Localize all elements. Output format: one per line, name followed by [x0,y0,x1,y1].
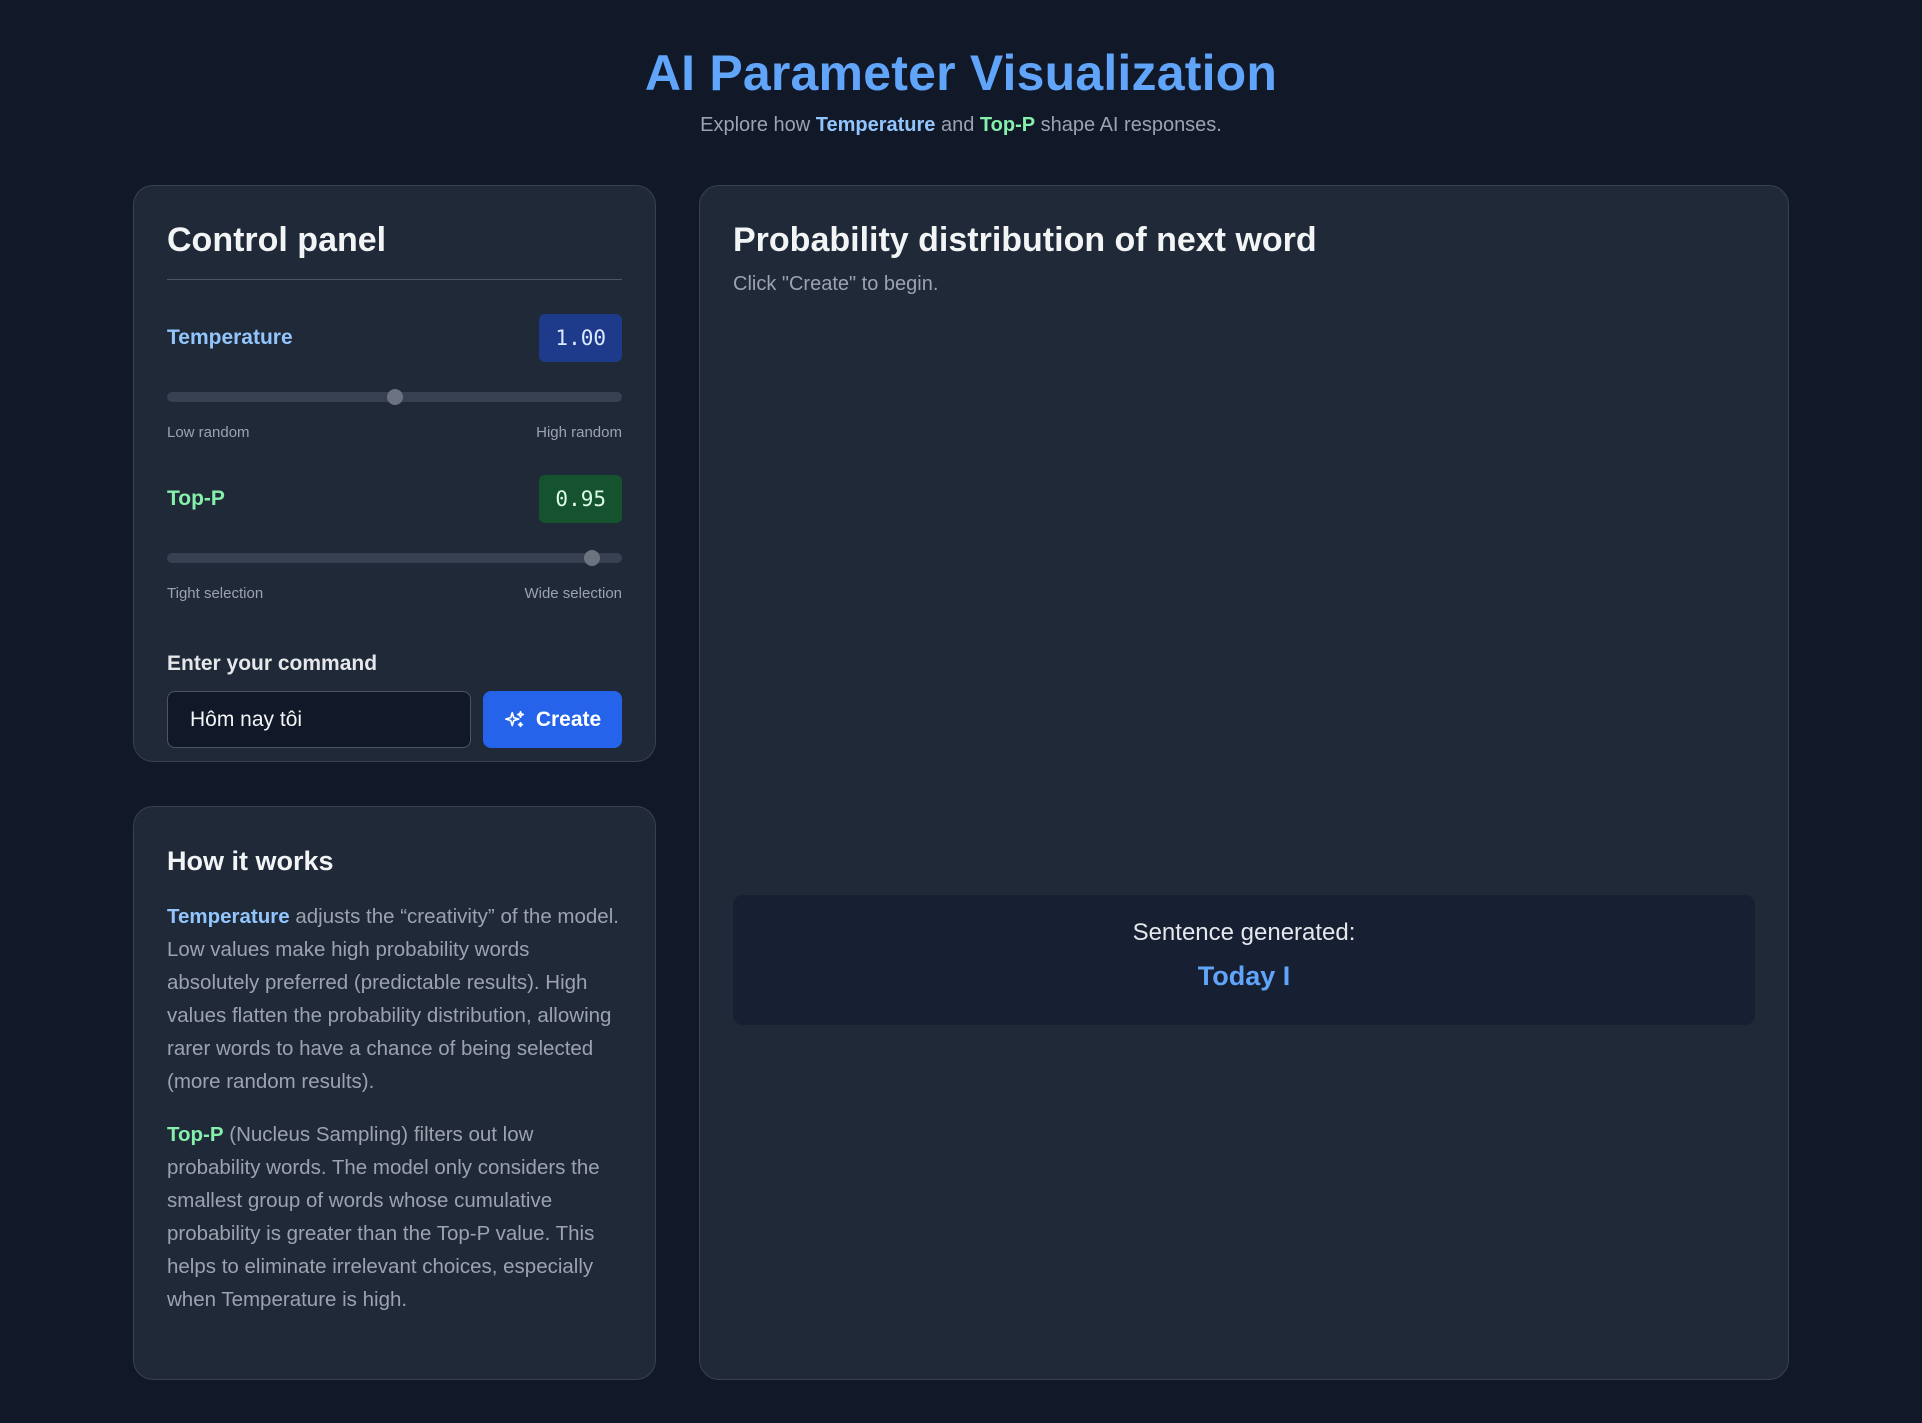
page-title: AI Parameter Visualization [644,45,1278,101]
temperature-row: Temperature 1.00 [167,314,622,362]
topp-explanation: Top-P (Nucleus Sampling) filters out low… [167,1118,622,1316]
temperature-min-label: Low random [167,424,250,441]
topp-max-label: Wide selection [524,585,622,602]
control-panel-title: Control panel [167,219,622,280]
temperature-slider-thumb[interactable] [386,389,403,405]
command-input[interactable] [167,691,471,748]
topp-min-label: Tight selection [167,585,264,602]
control-panel: Control panel Temperature 1.00 Low rando… [133,185,656,762]
topp-explanation-text: (Nucleus Sampling) filters out low proba… [167,1123,600,1311]
how-it-works-title: How it works [167,846,334,876]
topp-slider[interactable] [167,550,622,566]
topp-row: Top-P 0.95 [167,475,622,523]
distribution-panel: Probability distribution of next word Cl… [699,185,1789,1380]
temperature-explanation-text: adjusts the “creativity” of the model. L… [167,905,619,1093]
subtitle-and: and [935,114,980,136]
topp-label: Top-P [167,487,225,510]
subtitle-suffix: shape AI responses. [1035,114,1222,136]
how-it-works-panel: How it works Temperature adjusts the “cr… [133,806,656,1380]
distribution-hint: Click "Create" to begin. [733,273,939,295]
create-button[interactable]: Create [483,691,622,748]
sentence-label: Sentence generated: [1132,919,1356,946]
sentence-text: Today I [1197,961,1291,991]
command-row: Create [167,691,622,748]
subtitle-prefix: Explore how [700,114,816,136]
subtitle-topp-keyword: Top-P [979,114,1036,136]
page: AI Parameter Visualization Explore how T… [0,0,1922,1423]
page-subtitle: Explore how Temperature and Top-P shape … [0,114,1922,137]
subtitle-temperature-keyword: Temperature [815,114,936,136]
temperature-explanation: Temperature adjusts the “creativity” of … [167,900,622,1098]
command-label: Enter your command [167,652,378,675]
temperature-value: 1.00 [539,314,622,362]
sentence-box: Sentence generated: Today I [733,895,1755,1025]
page-header: AI Parameter Visualization Explore how T… [0,40,1922,137]
topp-value: 0.95 [539,475,622,523]
topp-keyword: Top-P [167,1123,224,1146]
sparkles-icon [504,709,526,731]
distribution-title: Probability distribution of next word [733,221,1317,259]
topp-slider-labels: Tight selection Wide selection [167,585,622,602]
temperature-slider-labels: Low random High random [167,424,622,441]
temperature-slider[interactable] [167,389,622,405]
create-button-label: Create [535,707,602,731]
topp-slider-thumb[interactable] [584,550,601,566]
temperature-max-label: High random [536,424,622,441]
temperature-keyword: Temperature [167,905,290,928]
temperature-label: Temperature [167,326,293,349]
